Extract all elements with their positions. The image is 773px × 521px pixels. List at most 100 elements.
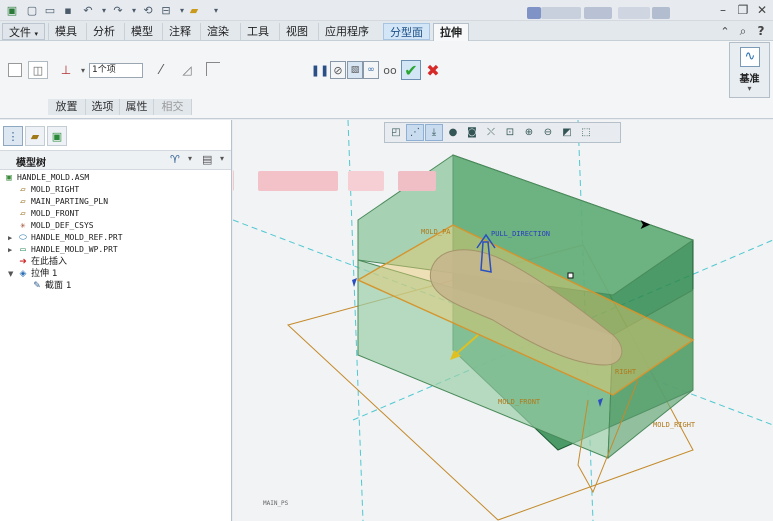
graphics-toolbar: ◰ ⋰ ⤓ ● ◙ ⤬ ⊡ ⊕ ⊖ ◩ ⬚ [384, 122, 621, 143]
no-preview-icon[interactable]: ⊘ [330, 61, 346, 79]
datum-button[interactable]: ∿ 基准 ▾ [729, 42, 770, 98]
spin-center-icon[interactable]: ◙ [463, 124, 481, 141]
folder-icon[interactable]: ▰ [186, 2, 202, 18]
tree-item-label: HANDLE_MOLD_WP.PRT [31, 245, 118, 254]
appearance-icon[interactable]: ● [444, 124, 462, 141]
group-placement[interactable]: 放置 [48, 99, 86, 115]
chevron-right-icon[interactable]: ▶ [8, 244, 16, 256]
chevron-right-icon[interactable]: ▶ [8, 232, 16, 244]
axis-display-icon[interactable]: ⤓ [425, 124, 443, 141]
blurred-title-block [652, 7, 670, 19]
restore-icon[interactable]: ❐ [734, 1, 752, 19]
tab-model[interactable]: 模型 [124, 23, 159, 40]
cancel-x-icon[interactable]: ✖ [424, 60, 442, 80]
file-menu[interactable]: 文件 ▾ [2, 23, 46, 40]
tree-item-mold-wp[interactable]: ▶ ▭ HANDLE_MOLD_WP.PRT [8, 244, 118, 256]
remove-material-icon[interactable]: ◿ [178, 61, 196, 79]
model-tree-tab-icon[interactable]: ⋮ [3, 126, 23, 146]
blurred-overlay [398, 171, 436, 191]
pause-icon[interactable]: ❚❚ [311, 61, 329, 79]
tab-tools[interactable]: 工具 [240, 23, 275, 40]
minimize-icon[interactable]: – [714, 1, 732, 19]
annotation-display-icon[interactable]: ⤬ [482, 124, 500, 141]
group-intersect[interactable]: 相交 [154, 99, 192, 115]
zoom-in-icon[interactable]: ⊕ [520, 124, 538, 141]
mold-right-label: MOLD_RIGHT [653, 421, 696, 429]
chevron-down-icon[interactable]: ▾ [188, 154, 192, 163]
help-icon[interactable]: ? [752, 22, 770, 40]
tree-item-mold-right[interactable]: ▱ MOLD_RIGHT [18, 184, 79, 196]
new-file-icon[interactable]: ▢ [24, 2, 40, 18]
chevron-up-icon[interactable]: ⌃ [716, 22, 734, 40]
datum-label: 基准 [739, 74, 760, 85]
tab-view[interactable]: 视图 [279, 23, 314, 40]
tree-item-insert-here[interactable]: ➜ 在此插入 [18, 256, 67, 268]
tab-parting-surface[interactable]: 分型面 [383, 23, 430, 40]
confirm-check-icon[interactable]: ✔ [401, 60, 421, 80]
solid-extrude-icon[interactable] [8, 63, 22, 77]
ribbon-tabs: 文件 ▾ 模具 分析 模型 注释 渲染 工具 视图 应用程序 分型面 拉伸 ⌃ … [0, 21, 773, 42]
tab-mold[interactable]: 模具 [48, 23, 83, 40]
favorites-tab-icon[interactable]: ▣ [47, 126, 67, 146]
tree-settings-icon[interactable]: ♈ [170, 153, 180, 166]
tree-item-label: 在此插入 [31, 257, 68, 267]
save-icon[interactable]: ▪ [60, 2, 76, 18]
tab-applications[interactable]: 应用程序 [318, 23, 375, 40]
graphics-viewport[interactable]: PULL_DIRECTION MOLD_PA RIGHT MOLD_FRONT … [233, 120, 773, 521]
insert-arrow-icon: ➜ [19, 257, 27, 267]
preview-geometry-icon[interactable]: ▧ [347, 61, 363, 79]
surface-extrude-icon[interactable]: ◫ [28, 61, 48, 79]
extrude-icon: ◈ [19, 269, 27, 279]
depth-blind-icon[interactable]: ⊥ [55, 61, 77, 79]
tree-item-main-parting-pln[interactable]: ▱ MAIN_PARTING_PLN [18, 196, 108, 208]
saved-views-icon[interactable]: ◰ [387, 124, 405, 141]
tab-render[interactable]: 渲染 [200, 23, 235, 40]
refit-icon[interactable]: ◩ [558, 124, 576, 141]
thicken-icon[interactable] [206, 62, 220, 76]
tree-item-mold-ref[interactable]: ▶ ⬭ HANDLE_MOLD_REF.PRT [8, 232, 123, 244]
view-manager-icon[interactable]: ⬚ [577, 124, 595, 141]
group-options[interactable]: 选项 [86, 99, 120, 115]
datum-curve-icon: ∿ [740, 47, 760, 67]
tree-item-mold-front[interactable]: ▱ MOLD_FRONT [18, 208, 79, 220]
search-icon[interactable]: ⌕ [734, 22, 752, 40]
flip-direction-icon[interactable]: ⁄ [152, 61, 170, 79]
tree-item-extrude-1[interactable]: ▼ ◈ 拉伸 1 [8, 268, 58, 280]
close-icon[interactable]: ✕ [753, 1, 771, 19]
assembly-icon: ▣ [6, 173, 12, 183]
part-icon: ⬭ [19, 233, 27, 243]
mouse-cursor-icon: ➤ [639, 217, 651, 233]
depth-value-input[interactable]: 1个项 [89, 63, 143, 78]
undo-icon[interactable]: ↶ [80, 2, 96, 18]
tree-item-label: HANDLE_MOLD.ASM [17, 173, 90, 182]
zoom-out-icon[interactable]: ⊖ [539, 124, 557, 141]
zoom-window-icon[interactable]: ⊡ [501, 124, 519, 141]
group-properties[interactable]: 属性 [120, 99, 154, 115]
tree-filter-icon[interactable]: ▤ [202, 153, 212, 166]
regenerate-icon[interactable]: ⟲ [140, 2, 156, 18]
tree-item-mold-def-csys[interactable]: ✳ MOLD_DEF_CSYS [18, 220, 93, 232]
tab-analysis[interactable]: 分析 [86, 23, 121, 40]
tree-item-section-1[interactable]: ✎ 截面 1 [32, 280, 72, 292]
redo-icon[interactable]: ↷ [110, 2, 126, 18]
open-folder-icon[interactable]: ▭ [42, 2, 58, 18]
customize-dropdown-icon[interactable]: ▾ [208, 2, 224, 18]
datum-display-icon[interactable]: ⋰ [406, 124, 424, 141]
folder-browser-tab-icon[interactable]: ▰ [25, 126, 45, 146]
chevron-down-icon: ▾ [747, 84, 752, 93]
tree-item-label: 截面 1 [45, 281, 72, 291]
blurred-title-block [541, 7, 581, 19]
drag-handle[interactable] [567, 272, 574, 279]
tree-item-label: MOLD_RIGHT [31, 185, 80, 194]
window-icon[interactable]: ⊟ [158, 2, 174, 18]
blurred-title-block [618, 7, 650, 19]
verify-mode-icon[interactable]: ∞ [363, 61, 379, 79]
depth-type-dropdown-icon[interactable]: ▾ [78, 63, 88, 77]
coordinate-system-icon: ✳ [20, 221, 26, 231]
chevron-down-icon[interactable]: ▼ [8, 268, 16, 280]
tree-item-assembly[interactable]: ▣ HANDLE_MOLD.ASM [4, 172, 89, 184]
glasses-preview-icon[interactable]: oo [380, 61, 400, 79]
tab-extrude[interactable]: 拉伸 [433, 23, 469, 42]
tab-annotate[interactable]: 注释 [162, 23, 197, 40]
chevron-down-icon[interactable]: ▾ [220, 154, 224, 163]
